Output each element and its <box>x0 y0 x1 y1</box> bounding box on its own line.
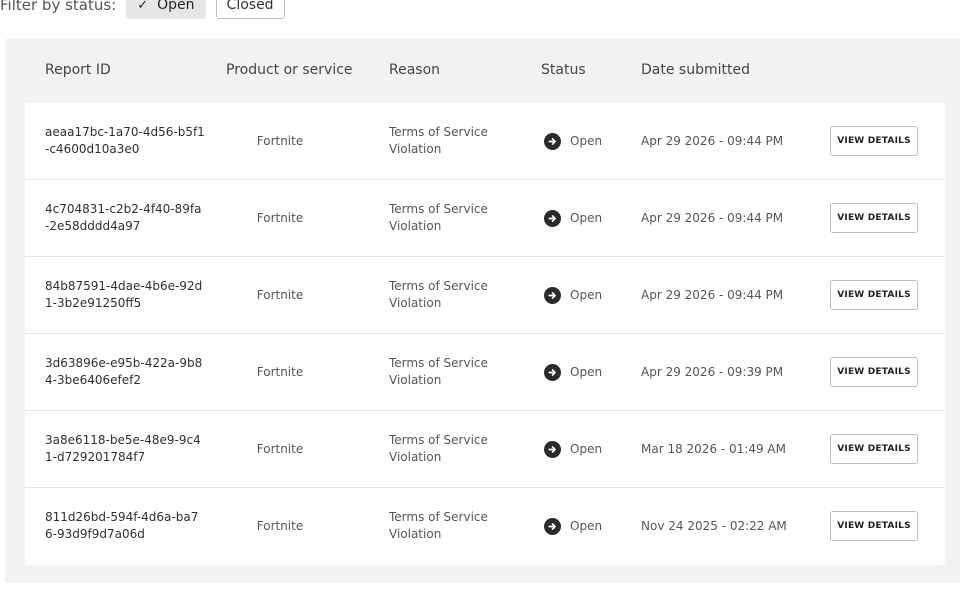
report-reason: Terms of Service Violation <box>389 125 488 156</box>
date-submitted: Mar 18 2026 - 01:49 AM <box>641 441 786 456</box>
arrow-right-circle-icon <box>544 132 561 150</box>
view-details-button[interactable]: VIEW DETAILS <box>830 280 918 310</box>
date-submitted: Apr 29 2026 - 09:44 PM <box>641 287 784 302</box>
arrow-right-circle-icon <box>544 363 561 381</box>
arrow-right-circle-icon <box>544 286 561 304</box>
product-name: Fortnite <box>256 518 304 533</box>
table-row: 3a8e6118-be5e-48e9-9c41-d729201784f7 For… <box>25 411 945 488</box>
report-id: 4c704831-c2b2-4f40-89fa-2e58dddd4a97 <box>45 202 202 233</box>
report-status: Open <box>544 180 634 256</box>
view-details-button[interactable]: VIEW DETAILS <box>830 126 918 156</box>
report-id: 84b87591-4dae-4b6e-92d1-3b2e91250ff5 <box>45 279 203 310</box>
table-body: aeaa17bc-1a70-4d56-b5f1-c4600d10a3e0 For… <box>25 103 945 565</box>
column-header-product: Product or service <box>226 62 353 78</box>
report-reason: Terms of Service Violation <box>389 202 488 233</box>
table-row: 84b87591-4dae-4b6e-92d1-3b2e91250ff5 For… <box>25 257 945 334</box>
view-details-button[interactable]: VIEW DETAILS <box>830 203 918 233</box>
view-details-button[interactable]: VIEW DETAILS <box>830 434 918 464</box>
product-name: Fortnite <box>256 287 304 302</box>
date-submitted: Nov 24 2025 - 02:22 AM <box>641 518 787 533</box>
report-status: Open <box>544 103 634 179</box>
filter-label: Filter by status: <box>0 0 117 14</box>
report-reason: Terms of Service Violation <box>389 433 488 464</box>
arrow-right-circle-icon <box>544 209 561 227</box>
table-row: 4c704831-c2b2-4f40-89fa-2e58dddd4a97 For… <box>25 180 945 257</box>
filter-chip-label: Open <box>157 0 195 13</box>
table-row: 3d63896e-e95b-422a-9b84-3be6406efef2 For… <box>25 334 945 411</box>
check-icon: ✓ <box>137 0 149 13</box>
filter-chip-open[interactable]: ✓ Open <box>126 0 206 19</box>
product-name: Fortnite <box>256 364 304 379</box>
report-status: Open <box>544 257 634 333</box>
product-name: Fortnite <box>256 210 304 225</box>
report-reason: Terms of Service Violation <box>389 279 488 310</box>
product-name: Fortnite <box>256 441 304 456</box>
status-label: Open <box>570 518 603 533</box>
table-row: 811d26bd-594f-4d6a-ba76-93d9f9d7a06d For… <box>25 488 945 565</box>
date-submitted: Apr 29 2026 - 09:44 PM <box>641 210 784 225</box>
status-label: Open <box>570 441 603 456</box>
date-submitted: Apr 29 2026 - 09:44 PM <box>641 133 784 148</box>
report-status: Open <box>544 411 634 487</box>
column-header-date: Date submitted <box>641 62 750 78</box>
status-label: Open <box>570 287 603 302</box>
column-header-status: Status <box>541 62 586 78</box>
table-row: aeaa17bc-1a70-4d56-b5f1-c4600d10a3e0 For… <box>25 103 945 180</box>
status-label: Open <box>570 210 603 225</box>
arrow-right-circle-icon <box>544 440 561 458</box>
view-details-button[interactable]: VIEW DETAILS <box>830 511 918 541</box>
filter-chip-closed[interactable]: Closed <box>215 0 285 19</box>
date-submitted: Apr 29 2026 - 09:39 PM <box>641 364 784 379</box>
status-label: Open <box>570 133 603 148</box>
column-header-reason: Reason <box>389 62 441 78</box>
report-id: 3a8e6118-be5e-48e9-9c41-d729201784f7 <box>45 433 201 464</box>
column-header-report-id: Report ID <box>45 62 111 78</box>
table-header: Report ID Product or service Reason Stat… <box>5 38 960 102</box>
report-id: 811d26bd-594f-4d6a-ba76-93d9f9d7a06d <box>45 510 199 541</box>
view-details-button[interactable]: VIEW DETAILS <box>830 357 918 387</box>
report-id: 3d63896e-e95b-422a-9b84-3be6406efef2 <box>45 356 203 387</box>
report-id: aeaa17bc-1a70-4d56-b5f1-c4600d10a3e0 <box>45 125 205 156</box>
product-name: Fortnite <box>256 133 304 148</box>
status-filter-bar: Filter by status: ✓ Open Closed <box>0 0 295 19</box>
report-reason: Terms of Service Violation <box>389 510 488 541</box>
report-reason: Terms of Service Violation <box>389 356 488 387</box>
status-label: Open <box>570 364 603 379</box>
report-status: Open <box>544 488 634 564</box>
reports-table: Report ID Product or service Reason Stat… <box>5 38 960 583</box>
report-status: Open <box>544 334 634 410</box>
filter-chip-label: Closed <box>226 0 274 13</box>
arrow-right-circle-icon <box>544 517 561 535</box>
